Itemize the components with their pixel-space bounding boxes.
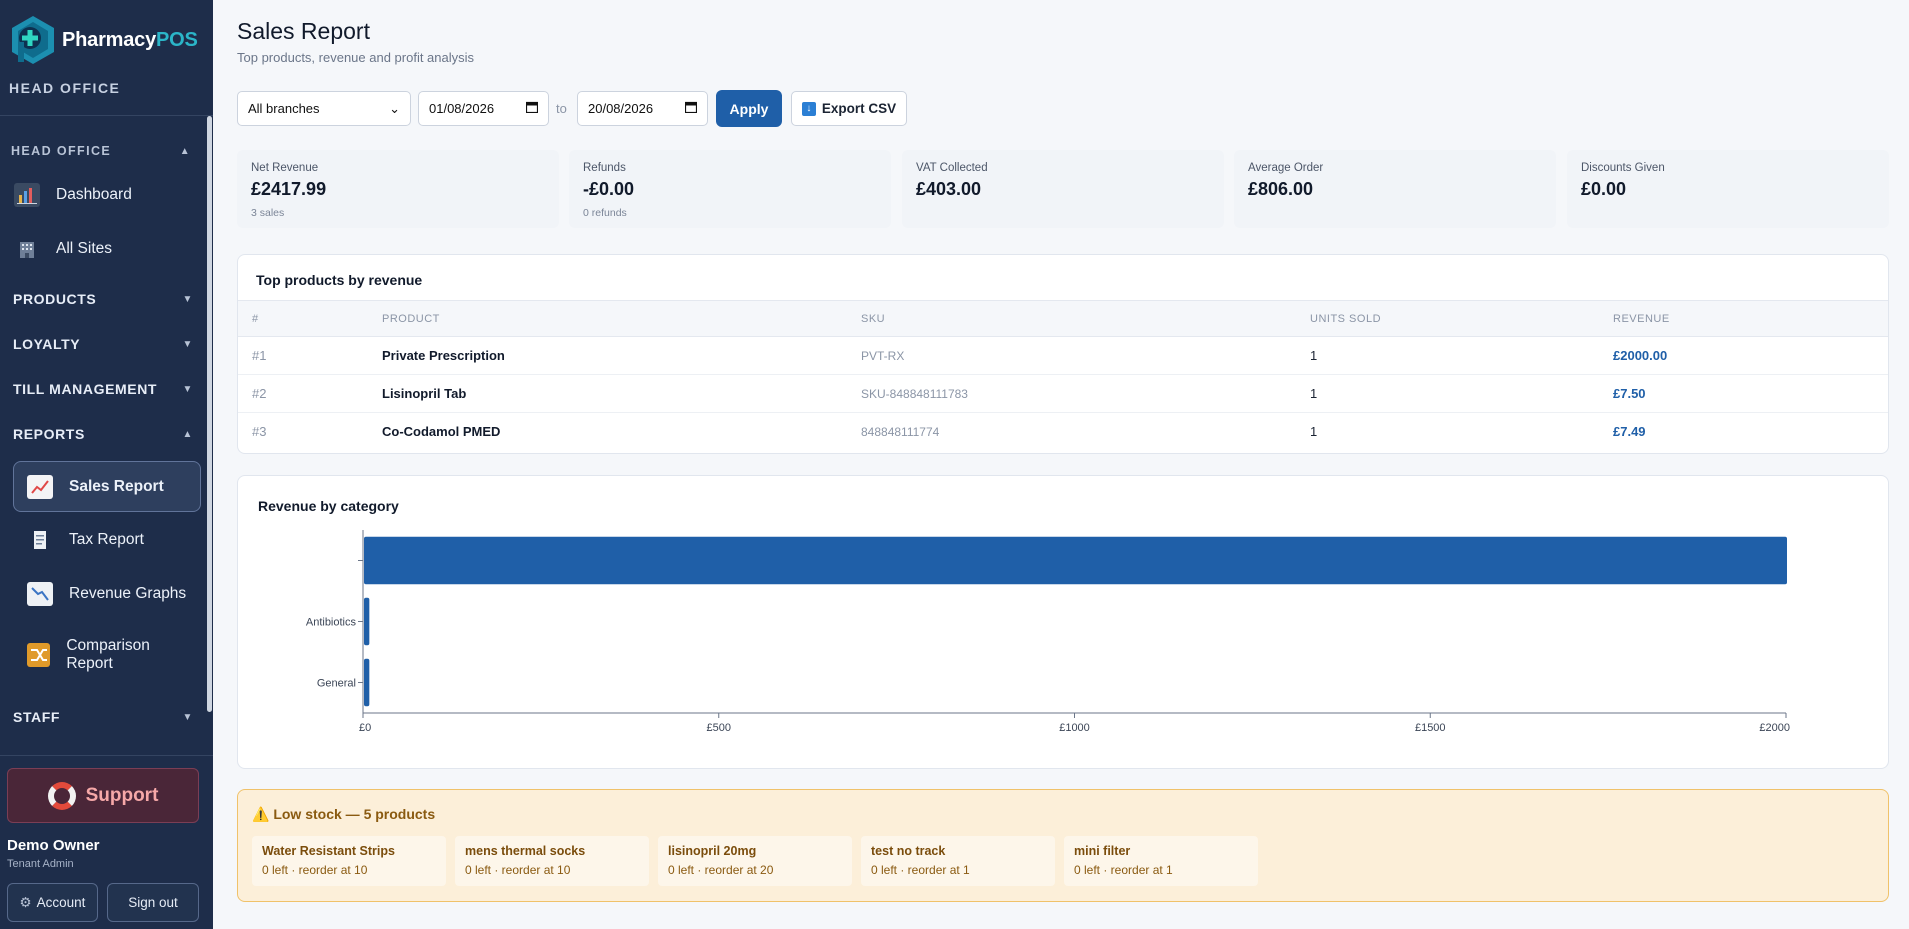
bar-chart-icon: [14, 183, 40, 207]
y-tick-label: General: [317, 678, 356, 690]
download-icon: ↓: [801, 101, 816, 116]
warning-icon: ⚠️: [252, 806, 270, 822]
sidebar-item-tax-report[interactable]: Tax Report: [27, 528, 144, 552]
export-csv-button[interactable]: ↓ Export CSV: [791, 91, 907, 126]
table-row[interactable]: #1 Private Prescription PVT-RX 1 £2000.0…: [238, 336, 1888, 375]
page-title: Sales Report: [237, 18, 370, 44]
low-stock-alert: ⚠️ Low stock — 5 products Water Resistan…: [237, 789, 1889, 902]
sidebar-item-revenue-graphs[interactable]: Revenue Graphs: [27, 582, 186, 606]
table-row[interactable]: #3 Co-Codamol PMED 848848111774 1 £7.49: [238, 413, 1888, 451]
low-stock-item[interactable]: lisinopril 20mg 0 left · reorder at 20: [658, 836, 852, 886]
trend-down-icon: [27, 582, 53, 606]
chevron-up-icon: ▲: [182, 428, 193, 440]
revenue-by-category-chart: Antibiotics General £0 £500 £1000 £1500 £2000: [306, 530, 1790, 734]
nav-group-till-management[interactable]: TILL MANAGEMENT ▼: [13, 381, 193, 397]
nav-group-staff[interactable]: STAFF ▼: [13, 709, 193, 725]
chevron-down-icon: ▼: [182, 711, 193, 723]
support-button[interactable]: Support: [7, 768, 199, 823]
low-stock-item[interactable]: mens thermal socks 0 left · reorder at 1…: [455, 836, 649, 886]
chevron-down-icon: ▼: [182, 338, 193, 350]
sidebar-divider: [0, 755, 213, 756]
col-product[interactable]: PRODUCT: [382, 300, 861, 337]
user-name: Demo Owner: [7, 837, 100, 854]
col-revenue[interactable]: REVENUE: [1613, 300, 1888, 337]
stat-discounts-given: Discounts Given £0.00: [1567, 150, 1889, 228]
receipt-icon: [27, 528, 53, 552]
lifebuoy-icon: [47, 781, 76, 810]
nav-group-loyalty[interactable]: LOYALTY ▼: [13, 336, 193, 352]
user-role: Tenant Admin: [7, 858, 74, 870]
stat-average-order: Average Order £806.00: [1234, 150, 1556, 228]
sidebar-item-comparison-report[interactable]: Comparison Report: [27, 637, 187, 673]
nav-group-products[interactable]: PRODUCTS ▼: [13, 291, 193, 307]
low-stock-item[interactable]: test no track 0 left · reorder at 1: [861, 836, 1055, 886]
shuffle-icon: [27, 643, 51, 667]
building-icon: [14, 237, 40, 261]
account-button[interactable]: ⚙ Account: [7, 883, 98, 922]
chevron-down-icon: ▼: [182, 293, 193, 305]
sidebar-item-dashboard[interactable]: Dashboard: [14, 183, 132, 207]
top-products-table: # PRODUCT SKU UNITS SOLD REVENUE #1 Priv…: [238, 300, 1888, 451]
x-tick-label: £1000: [1059, 722, 1090, 734]
low-stock-item[interactable]: Water Resistant Strips 0 left · reorder …: [252, 836, 446, 886]
sidebar-item-sales-report[interactable]: Sales Report: [13, 461, 201, 512]
trend-up-icon: [27, 474, 53, 499]
table-header-row: # PRODUCT SKU UNITS SOLD REVENUE: [238, 300, 1888, 337]
top-products-card: Top products by revenue # PRODUCT SKU UN…: [237, 254, 1889, 454]
to-label: to: [556, 101, 567, 116]
top-products-title: Top products by revenue: [256, 272, 423, 288]
y-tick-label: Antibiotics: [306, 617, 357, 629]
chart-bar: [364, 536, 1787, 585]
apply-button[interactable]: Apply: [716, 90, 782, 127]
chevron-up-icon: ▲: [179, 145, 191, 157]
stat-refunds: Refunds -£0.00 0 refunds: [569, 150, 891, 228]
col-rank[interactable]: #: [238, 300, 382, 337]
nav-group-reports[interactable]: REPORTS ▲: [13, 426, 193, 442]
revenue-by-category-card: Revenue by category Antibiotics General £0…: [237, 475, 1889, 769]
chart-bar: [364, 658, 370, 707]
low-stock-title: ⚠️ Low stock — 5 products: [252, 806, 436, 822]
gear-icon: ⚙: [19, 894, 32, 910]
date-from-input[interactable]: 01/08/2026: [418, 91, 549, 126]
sidebar-scrollbar[interactable]: [207, 116, 212, 712]
chart-bar: [364, 597, 370, 646]
col-units-sold[interactable]: UNITS SOLD: [1310, 300, 1613, 337]
sidebar: PharmacyPOS HEAD OFFICE HEAD OFFICE ▲ Das…: [0, 0, 213, 929]
sidebar-item-all-sites[interactable]: All Sites: [14, 237, 112, 261]
x-tick-label: £2000: [1759, 722, 1790, 734]
sidebar-divider: [0, 115, 213, 116]
table-row[interactable]: #2 Lisinopril Tab SKU-848848111783 1 £7.…: [238, 374, 1888, 413]
nav-group-head-office[interactable]: HEAD OFFICE ▲: [11, 144, 191, 158]
low-stock-item[interactable]: mini filter 0 left · reorder at 1: [1064, 836, 1258, 886]
x-tick-label: £1500: [1415, 722, 1446, 734]
calendar-icon[interactable]: [525, 101, 539, 116]
x-tick-label: £500: [707, 722, 731, 734]
app-name: PharmacyPOS: [62, 28, 198, 51]
chevron-down-icon: ⌄: [389, 100, 400, 116]
stat-net-revenue: Net Revenue £2417.99 3 sales: [237, 150, 559, 228]
tenant-label: HEAD OFFICE: [9, 80, 121, 96]
col-sku[interactable]: SKU: [861, 300, 1310, 337]
app-logo[interactable]: PharmacyPOS: [8, 14, 198, 66]
x-tick-label: £0: [359, 722, 371, 734]
branch-select[interactable]: All branches ⌄: [237, 91, 411, 126]
page-subtitle: Top products, revenue and profit analysi…: [237, 50, 475, 65]
calendar-icon[interactable]: [684, 101, 698, 116]
stat-vat-collected: VAT Collected £403.00: [902, 150, 1224, 228]
sign-out-button[interactable]: Sign out: [107, 883, 199, 922]
date-to-input[interactable]: 20/08/2026: [577, 91, 708, 126]
pharmacy-logo-icon: [8, 14, 58, 66]
main-content: Sales Report Top products, revenue and p…: [213, 0, 1909, 929]
chevron-down-icon: ▼: [182, 383, 193, 395]
